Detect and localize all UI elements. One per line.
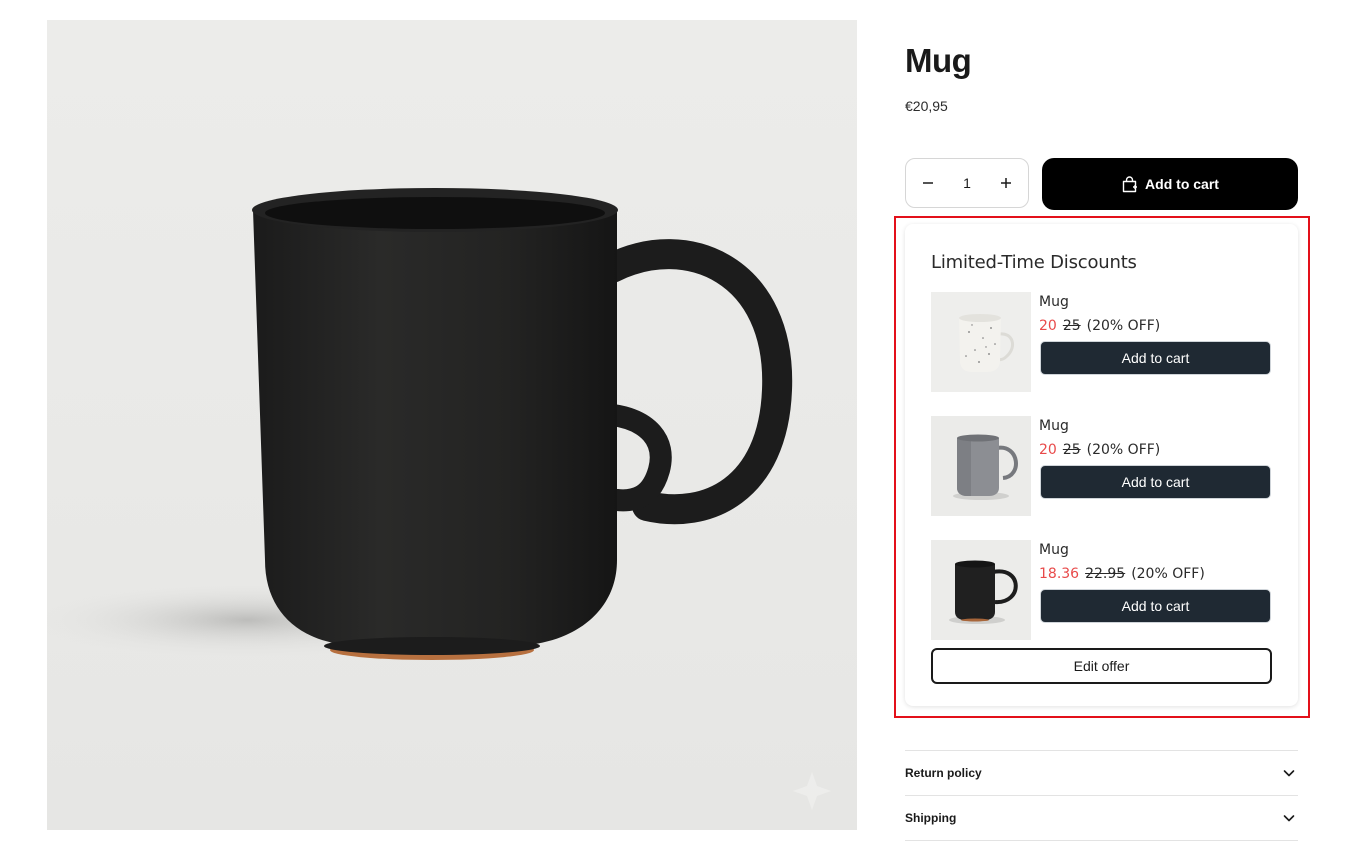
offer-sale-price: 20: [1039, 442, 1057, 458]
offer-item: Mug 20 25 (20% OFF) Add to cart: [931, 416, 1271, 516]
offer-sale-price: 20: [1039, 318, 1057, 334]
shopping-bag-icon: [1122, 175, 1138, 192]
accordion-return-policy[interactable]: Return policy: [905, 750, 1298, 795]
plus-icon: [1001, 178, 1011, 188]
accordion-shipping[interactable]: Shipping: [905, 795, 1298, 840]
quantity-input[interactable]: [945, 174, 989, 192]
product-title: Mug: [905, 42, 972, 79]
discount-widget: Limited-Time Discounts Mug 20 25 (20% OFF)…: [905, 224, 1298, 706]
quantity-decrease-button[interactable]: [916, 171, 940, 195]
minus-icon: [923, 182, 933, 184]
black-mug-image: [47, 188, 831, 810]
offer-sale-price: 18.36: [1039, 566, 1080, 582]
offer-discount-percent: (20% OFF): [1131, 566, 1205, 582]
offer-item: Mug 18.36 22.95 (20% OFF) Add to cart: [931, 540, 1271, 640]
offer-add-to-cart-button[interactable]: Add to cart: [1040, 589, 1271, 623]
offer-original-price: 25: [1062, 318, 1081, 334]
chevron-down-icon: [1283, 770, 1295, 777]
divider: [905, 840, 1298, 841]
accordion-label: Shipping: [905, 811, 957, 825]
quantity-stepper: [905, 158, 1029, 208]
speckled-white-mug-image: [931, 292, 1031, 392]
offer-prices: 20 25 (20% OFF): [1039, 318, 1160, 334]
offer-item: Mug 20 25 (20% OFF) Add to cart: [931, 292, 1271, 392]
offer-discount-percent: (20% OFF): [1086, 318, 1161, 334]
offer-thumbnail: [931, 416, 1031, 516]
offer-original-price: 25: [1062, 442, 1081, 458]
quantity-increase-button[interactable]: [994, 171, 1018, 195]
offer-name: Mug: [1039, 294, 1069, 310]
offer-add-to-cart-button[interactable]: Add to cart: [1040, 465, 1271, 499]
offer-original-price: 22.95: [1085, 566, 1126, 582]
product-price: €20,95: [905, 98, 948, 114]
offer-name: Mug: [1039, 542, 1069, 558]
chevron-down-icon: [1283, 815, 1295, 822]
offer-thumbnail: [931, 292, 1031, 392]
grey-mug-image: [931, 416, 1031, 516]
add-to-cart-label: Add to cart: [1145, 176, 1219, 192]
offer-name: Mug: [1039, 418, 1069, 434]
offer-prices: 18.36 22.95 (20% OFF): [1039, 566, 1205, 582]
offer-add-to-cart-button[interactable]: Add to cart: [1040, 341, 1271, 375]
black-mug-thumbnail-image: [931, 540, 1031, 640]
product-image: [47, 20, 857, 830]
discount-title: Limited-Time Discounts: [931, 252, 1137, 273]
accordion-label: Return policy: [905, 766, 982, 780]
offer-discount-percent: (20% OFF): [1086, 442, 1161, 458]
offer-thumbnail: [931, 540, 1031, 640]
add-to-cart-button[interactable]: Add to cart: [1042, 158, 1298, 210]
offer-prices: 20 25 (20% OFF): [1039, 442, 1160, 458]
edit-offer-button[interactable]: Edit offer: [931, 648, 1272, 684]
